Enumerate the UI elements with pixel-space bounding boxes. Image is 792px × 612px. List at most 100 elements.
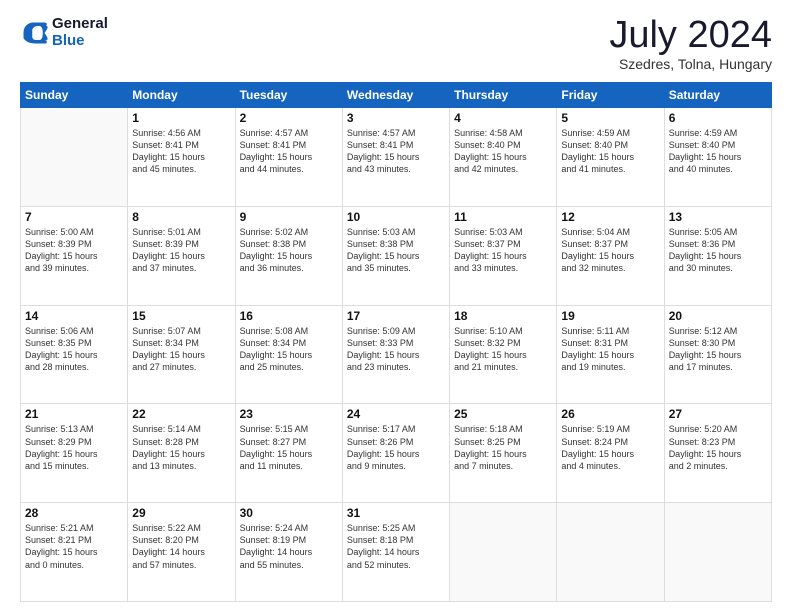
cell-info: Sunrise: 5:25 AMSunset: 8:18 PMDaylight:… [347,522,445,571]
day-number: 20 [669,309,767,323]
day-number: 6 [669,111,767,125]
day-number: 27 [669,407,767,421]
table-row: 20 Sunrise: 5:12 AMSunset: 8:30 PMDayligh… [664,305,771,404]
cell-info: Sunrise: 5:21 AMSunset: 8:21 PMDaylight:… [25,522,123,571]
table-row: 4 Sunrise: 4:58 AMSunset: 8:40 PMDaylight… [450,108,557,207]
day-number: 22 [132,407,230,421]
day-number: 14 [25,309,123,323]
table-row: 19 Sunrise: 5:11 AMSunset: 8:31 PMDayligh… [557,305,664,404]
day-number: 10 [347,210,445,224]
day-number: 8 [132,210,230,224]
logo-text: General Blue [52,16,108,49]
table-row: 1 Sunrise: 4:56 AMSunset: 8:41 PMDaylight… [128,108,235,207]
day-number: 16 [240,309,338,323]
cell-info: Sunrise: 4:59 AMSunset: 8:40 PMDaylight:… [669,127,767,176]
th-tuesday: Tuesday [235,83,342,108]
table-row: 11 Sunrise: 5:03 AMSunset: 8:37 PMDayligh… [450,206,557,305]
day-number: 9 [240,210,338,224]
table-row [557,503,664,602]
page: General Blue July 2024 Szedres, Tolna, H… [0,0,792,612]
day-number: 29 [132,506,230,520]
table-row [450,503,557,602]
day-number: 24 [347,407,445,421]
subtitle: Szedres, Tolna, Hungary [609,56,772,72]
cell-info: Sunrise: 5:07 AMSunset: 8:34 PMDaylight:… [132,325,230,374]
cell-info: Sunrise: 5:00 AMSunset: 8:39 PMDaylight:… [25,226,123,275]
calendar: Sunday Monday Tuesday Wednesday Thursday… [20,82,772,602]
cell-info: Sunrise: 5:24 AMSunset: 8:19 PMDaylight:… [240,522,338,571]
table-row: 3 Sunrise: 4:57 AMSunset: 8:41 PMDaylight… [342,108,449,207]
cell-info: Sunrise: 5:06 AMSunset: 8:35 PMDaylight:… [25,325,123,374]
day-number: 4 [454,111,552,125]
cell-info: Sunrise: 5:19 AMSunset: 8:24 PMDaylight:… [561,423,659,472]
cell-info: Sunrise: 5:17 AMSunset: 8:26 PMDaylight:… [347,423,445,472]
table-row: 12 Sunrise: 5:04 AMSunset: 8:37 PMDayligh… [557,206,664,305]
cell-info: Sunrise: 5:04 AMSunset: 8:37 PMDaylight:… [561,226,659,275]
logo-line1: General [52,16,108,33]
calendar-header-row: Sunday Monday Tuesday Wednesday Thursday… [21,83,772,108]
cell-info: Sunrise: 5:13 AMSunset: 8:29 PMDaylight:… [25,423,123,472]
day-number: 3 [347,111,445,125]
th-monday: Monday [128,83,235,108]
table-row: 24 Sunrise: 5:17 AMSunset: 8:26 PMDayligh… [342,404,449,503]
calendar-week-row: 28 Sunrise: 5:21 AMSunset: 8:21 PMDayligh… [21,503,772,602]
table-row: 30Sunrise: 5:24 AMSunset: 8:19 PMDayligh… [235,503,342,602]
cell-info: Sunrise: 5:12 AMSunset: 8:30 PMDaylight:… [669,325,767,374]
calendar-week-row: 7 Sunrise: 5:00 AMSunset: 8:39 PMDaylight… [21,206,772,305]
day-number: 19 [561,309,659,323]
cell-info: Sunrise: 4:59 AMSunset: 8:40 PMDaylight:… [561,127,659,176]
cell-info: Sunrise: 4:57 AMSunset: 8:41 PMDaylight:… [347,127,445,176]
table-row: 8 Sunrise: 5:01 AMSunset: 8:39 PMDaylight… [128,206,235,305]
cell-info: Sunrise: 4:57 AMSunset: 8:41 PMDaylight:… [240,127,338,176]
table-row: 22 Sunrise: 5:14 AMSunset: 8:28 PMDayligh… [128,404,235,503]
table-row: 17Sunrise: 5:09 AMSunset: 8:33 PMDayligh… [342,305,449,404]
logo: General Blue [20,16,108,49]
cell-info: Sunrise: 5:08 AMSunset: 8:34 PMDaylight:… [240,325,338,374]
cell-info: Sunrise: 5:18 AMSunset: 8:25 PMDaylight:… [454,423,552,472]
title-block: July 2024 Szedres, Tolna, Hungary [609,16,772,72]
table-row [21,108,128,207]
day-number: 15 [132,309,230,323]
day-number: 11 [454,210,552,224]
cell-info: Sunrise: 5:10 AMSunset: 8:32 PMDaylight:… [454,325,552,374]
table-row: 6 Sunrise: 4:59 AMSunset: 8:40 PMDaylight… [664,108,771,207]
day-number: 12 [561,210,659,224]
main-title: July 2024 [609,16,772,54]
day-number: 21 [25,407,123,421]
cell-info: Sunrise: 5:14 AMSunset: 8:28 PMDaylight:… [132,423,230,472]
day-number: 23 [240,407,338,421]
day-number: 7 [25,210,123,224]
table-row: 18 Sunrise: 5:10 AMSunset: 8:32 PMDayligh… [450,305,557,404]
logo-line2: Blue [52,33,108,50]
day-number: 25 [454,407,552,421]
header: General Blue July 2024 Szedres, Tolna, H… [20,16,772,72]
cell-info: Sunrise: 5:01 AMSunset: 8:39 PMDaylight:… [132,226,230,275]
cell-info: Sunrise: 5:03 AMSunset: 8:38 PMDaylight:… [347,226,445,275]
table-row: 9Sunrise: 5:02 AMSunset: 8:38 PMDaylight… [235,206,342,305]
table-row: 26 Sunrise: 5:19 AMSunset: 8:24 PMDayligh… [557,404,664,503]
day-number: 17 [347,309,445,323]
day-number: 28 [25,506,123,520]
th-friday: Friday [557,83,664,108]
table-row: 16 Sunrise: 5:08 AMSunset: 8:34 PMDayligh… [235,305,342,404]
table-row: 25 Sunrise: 5:18 AMSunset: 8:25 PMDayligh… [450,404,557,503]
logo-icon [20,19,48,47]
day-number: 2 [240,111,338,125]
th-wednesday: Wednesday [342,83,449,108]
cell-info: Sunrise: 5:22 AMSunset: 8:20 PMDaylight:… [132,522,230,571]
table-row: 27Sunrise: 5:20 AMSunset: 8:23 PMDayligh… [664,404,771,503]
table-row: 23 Sunrise: 5:15 AMSunset: 8:27 PMDayligh… [235,404,342,503]
day-number: 26 [561,407,659,421]
cell-info: Sunrise: 5:03 AMSunset: 8:37 PMDaylight:… [454,226,552,275]
cell-info: Sunrise: 5:15 AMSunset: 8:27 PMDaylight:… [240,423,338,472]
day-number: 18 [454,309,552,323]
day-number: 1 [132,111,230,125]
day-number: 31 [347,506,445,520]
table-row: 28 Sunrise: 5:21 AMSunset: 8:21 PMDayligh… [21,503,128,602]
th-sunday: Sunday [21,83,128,108]
cell-info: Sunrise: 4:58 AMSunset: 8:40 PMDaylight:… [454,127,552,176]
cell-info: Sunrise: 5:11 AMSunset: 8:31 PMDaylight:… [561,325,659,374]
cell-info: Sunrise: 4:56 AMSunset: 8:41 PMDaylight:… [132,127,230,176]
table-row: 10 Sunrise: 5:03 AMSunset: 8:38 PMDayligh… [342,206,449,305]
table-row: 13Sunrise: 5:05 AMSunset: 8:36 PMDayligh… [664,206,771,305]
